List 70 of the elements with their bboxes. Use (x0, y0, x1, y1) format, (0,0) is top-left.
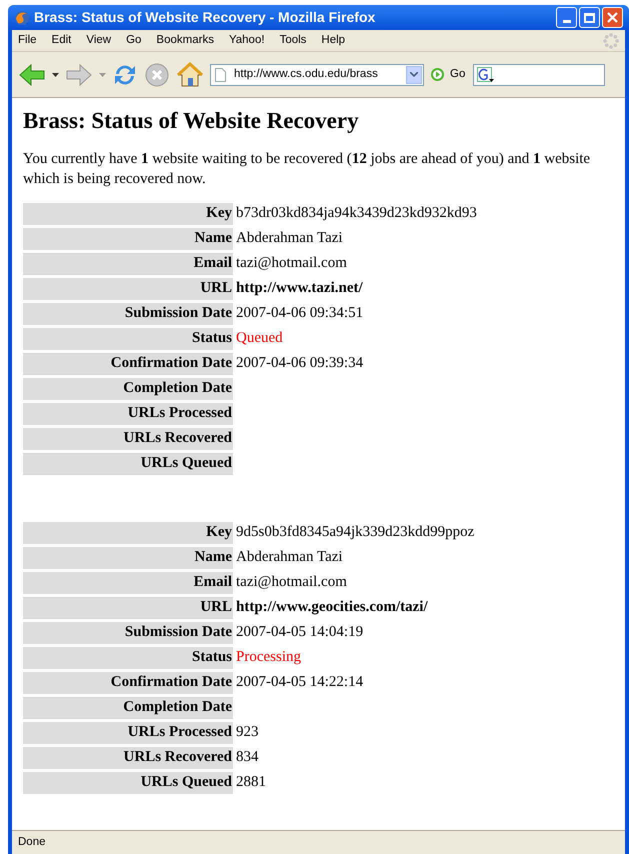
home-icon[interactable] (176, 62, 204, 88)
play-circle-icon (430, 67, 445, 82)
field-value: tazi@hotmail.com (236, 573, 347, 592)
menu-item[interactable]: Tools (280, 32, 306, 50)
field-value: tazi@hotmail.com (236, 254, 347, 274)
field-value: 2007-04-06 09:39:34 (236, 354, 364, 374)
close-button[interactable] (602, 7, 623, 28)
field-value: 2007-04-05 14:04:19 (236, 623, 364, 642)
address-field[interactable]: http://www.cs.odu.edu/brass (210, 64, 424, 86)
page-heading: Brass: Status of Website Recovery (23, 107, 360, 135)
status-text: Done (18, 834, 46, 850)
dropdown-caret-icon[interactable] (52, 72, 59, 76)
field-label: URLs Processed (128, 723, 232, 742)
field-label: URLs Recovered (124, 748, 232, 768)
field-value: 834 (236, 748, 258, 768)
search-engine-icon[interactable] (477, 66, 496, 82)
field-value: b73dr03kd834ja94k3439d23kd932kd93 (236, 204, 477, 224)
field-value: 9d5s0b3fd8345a94jk339d23kdd99ppoz (236, 523, 474, 542)
field-value: 2007-04-06 09:34:51 (236, 304, 364, 324)
field-label: URLs Queued (140, 454, 232, 474)
field-label: Email (194, 573, 232, 592)
field-value: Processing (236, 648, 301, 668)
summary-text: You currently have 1 website waiting to be recovered (12 jobs are ahead of you) and 1 website which is being recovered now. (23, 150, 592, 189)
field-label: Name (194, 229, 232, 248)
menu-item[interactable]: Go (126, 32, 142, 50)
field-value: Abderahman Tazi (236, 548, 343, 568)
field-label: URLs Queued (140, 773, 232, 792)
forward-arrow-icon[interactable] (65, 62, 93, 86)
field-value: Queued (236, 329, 283, 348)
field-label: Submission Date (124, 623, 232, 642)
dropdown-button[interactable] (406, 66, 422, 84)
field-label: URLs Recovered (124, 429, 232, 448)
window-title: Brass: Status of Website Recovery - Mozilla Firefox (34, 8, 376, 27)
chevron-down-icon (410, 72, 418, 77)
menu-item[interactable]: Bookmarks (156, 32, 214, 50)
field-value: 2881 (236, 773, 266, 792)
field-label: URL (200, 279, 232, 298)
menu-item[interactable]: File (18, 32, 37, 50)
stop-icon[interactable] (144, 62, 170, 88)
field-label: Status (192, 648, 232, 668)
page-icon (215, 68, 226, 82)
maximize-button[interactable] (579, 7, 600, 28)
field-label: Submission Date (124, 304, 232, 324)
field-label: URLs Processed (128, 404, 232, 424)
field-label: Completion Date (123, 698, 232, 718)
field-label: Key (206, 204, 232, 224)
throbber-icon (603, 32, 619, 48)
field-label: Confirmation Date (110, 354, 232, 374)
field-label: URL (200, 598, 232, 618)
field-label: Name (194, 548, 232, 568)
field-label: Completion Date (123, 379, 232, 398)
field-label: Status (192, 329, 232, 348)
back-arrow-icon[interactable] (18, 62, 46, 86)
close-icon (607, 12, 618, 23)
go-button[interactable]: Go (430, 66, 466, 84)
field-value: Abderahman Tazi (236, 229, 343, 248)
menu-item[interactable]: Yahoo! (228, 32, 265, 50)
field-value: http://www.tazi.net/ (236, 279, 363, 298)
menu-item[interactable]: Edit (52, 32, 72, 50)
field-value: 2007-04-05 14:22:14 (236, 673, 364, 692)
minimize-button[interactable] (556, 7, 577, 28)
field-label: Email (194, 254, 232, 274)
menu-item[interactable]: View (86, 32, 112, 50)
field-value: http://www.geocities.com/tazi/ (236, 598, 428, 618)
menu-item[interactable]: Help (321, 32, 346, 50)
fox-globe-icon (14, 10, 30, 26)
field-value: 923 (236, 723, 258, 742)
search-field[interactable] (473, 64, 606, 86)
field-label: Confirmation Date (110, 673, 232, 692)
field-label: Key (206, 523, 232, 542)
